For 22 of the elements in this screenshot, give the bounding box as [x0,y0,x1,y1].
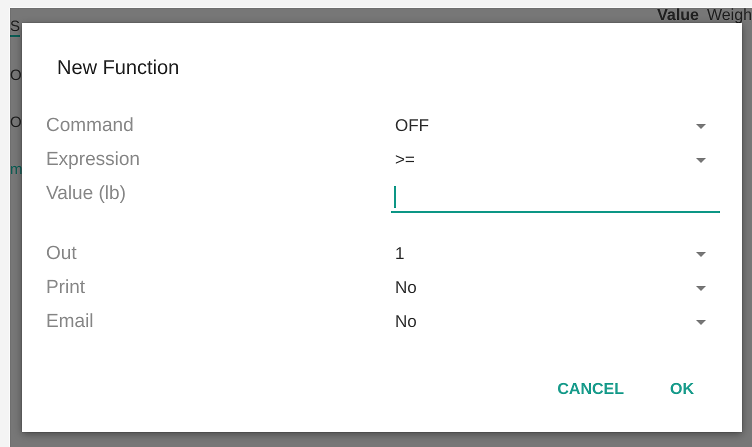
dropdown[interactable]: 1 [391,241,720,267]
field-label: Print [46,277,86,299]
field-label: Value (lb) [46,183,127,205]
caret-icon [696,320,706,324]
caret-icon [696,286,706,290]
list-text: O [10,114,22,131]
dropdown[interactable]: No [391,275,720,301]
dropdown[interactable]: >= [391,147,720,173]
field-label: Command [46,115,135,137]
caret-icon [696,252,706,256]
field-label: Expression [46,149,141,171]
caret-icon [696,124,706,128]
caret-icon [696,158,706,162]
field-label: Email [46,311,95,333]
dialog-title: New Function [57,57,180,80]
dropdown[interactable]: No [391,309,720,335]
list-text: m [10,161,22,178]
column-header: Weigh [706,8,752,24]
column-header: Value [657,8,699,24]
dropdown[interactable]: OFF [391,113,720,139]
list-text: O [10,67,22,84]
field-label: Out [46,243,78,265]
